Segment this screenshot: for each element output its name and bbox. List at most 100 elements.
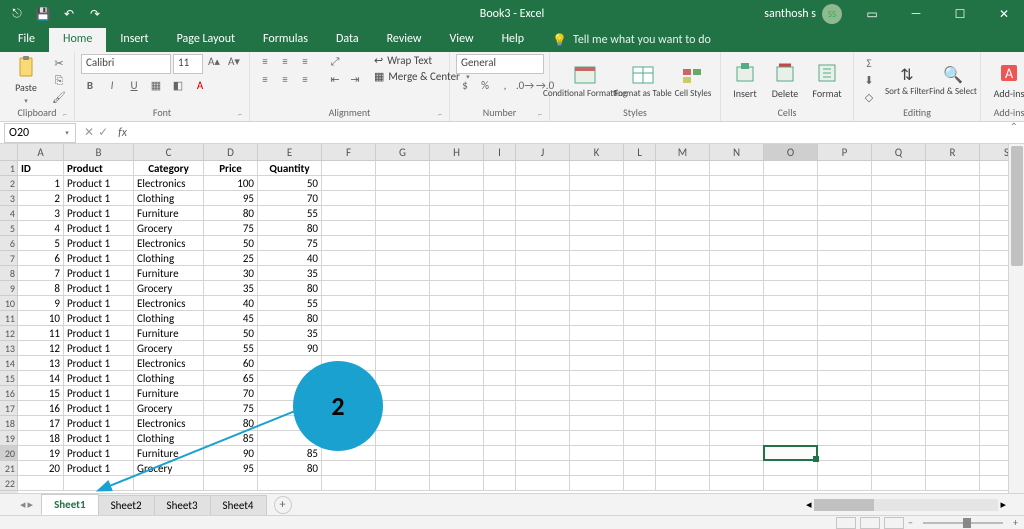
comma-format-icon[interactable]: , <box>496 78 514 93</box>
row-header[interactable]: 13 <box>0 341 18 356</box>
cell[interactable]: 12 <box>18 341 64 356</box>
cell[interactable] <box>484 371 516 386</box>
cell[interactable] <box>926 191 980 206</box>
decrease-indent-icon[interactable]: ⇤ <box>326 72 344 87</box>
collapse-ribbon-icon[interactable]: ⌃ <box>1010 120 1018 133</box>
cell[interactable] <box>710 236 764 251</box>
cell[interactable]: Product 1 <box>64 326 134 341</box>
cell[interactable] <box>872 401 926 416</box>
cell[interactable] <box>570 476 624 491</box>
cell[interactable] <box>656 476 710 491</box>
cell[interactable] <box>872 416 926 431</box>
cell[interactable]: Product 1 <box>64 356 134 371</box>
cell[interactable] <box>818 236 872 251</box>
cell[interactable]: 100 <box>204 176 258 191</box>
cell[interactable]: 16 <box>18 401 64 416</box>
cell[interactable] <box>570 281 624 296</box>
cell[interactable]: 70 <box>258 191 322 206</box>
cell[interactable] <box>64 476 134 491</box>
cell[interactable] <box>872 281 926 296</box>
cell[interactable] <box>872 251 926 266</box>
cell[interactable]: 25 <box>204 251 258 266</box>
sheet-tab-1[interactable]: Sheet1 <box>41 494 99 515</box>
conditional-formatting-button[interactable]: Conditional Formatting <box>556 54 614 106</box>
cell[interactable] <box>818 446 872 461</box>
cell[interactable] <box>926 356 980 371</box>
cell[interactable]: Product 1 <box>64 461 134 476</box>
cell[interactable]: 90 <box>258 341 322 356</box>
cell[interactable] <box>624 356 656 371</box>
cell[interactable] <box>926 161 980 176</box>
format-cells-button[interactable]: Format <box>807 54 847 106</box>
cell[interactable] <box>484 461 516 476</box>
cell[interactable] <box>818 401 872 416</box>
cell[interactable] <box>484 401 516 416</box>
cell[interactable] <box>656 266 710 281</box>
cell[interactable] <box>624 236 656 251</box>
cell[interactable] <box>624 251 656 266</box>
cell[interactable]: Price <box>204 161 258 176</box>
cell[interactable] <box>764 326 818 341</box>
cell[interactable] <box>484 476 516 491</box>
cell[interactable] <box>872 371 926 386</box>
increase-indent-icon[interactable]: ⇥ <box>346 72 364 87</box>
save-icon[interactable]: 💾 <box>32 3 54 25</box>
cell[interactable] <box>484 356 516 371</box>
cell[interactable] <box>516 461 570 476</box>
cell[interactable] <box>710 221 764 236</box>
tab-file[interactable]: File <box>4 28 49 52</box>
autosum-icon[interactable]: Σ <box>860 56 878 71</box>
tab-help[interactable]: Help <box>488 28 539 52</box>
dialog-launcher-icon[interactable]: ⌐ <box>238 110 248 120</box>
cell[interactable] <box>872 236 926 251</box>
cell[interactable] <box>872 446 926 461</box>
cell[interactable]: 80 <box>204 416 258 431</box>
cell[interactable]: 3 <box>18 206 64 221</box>
cell[interactable]: Clothing <box>134 251 204 266</box>
row-header[interactable]: 6 <box>0 236 18 251</box>
cell-styles-button[interactable]: Cell Styles <box>672 54 714 106</box>
autosave-icon[interactable]: ⎋ <box>6 3 28 25</box>
cell[interactable] <box>570 191 624 206</box>
cell[interactable] <box>764 341 818 356</box>
scroll-right-icon[interactable]: ▸ <box>1000 498 1006 511</box>
cell[interactable] <box>764 386 818 401</box>
dialog-launcher-icon[interactable]: ⌐ <box>63 110 73 120</box>
col-header[interactable]: B <box>64 144 134 161</box>
clear-icon[interactable]: ◇ <box>860 90 878 105</box>
cell[interactable] <box>484 431 516 446</box>
cell[interactable] <box>926 251 980 266</box>
ribbon-display-icon[interactable]: ▭ <box>852 0 892 28</box>
cell[interactable]: 20 <box>18 461 64 476</box>
col-header[interactable]: I <box>484 144 516 161</box>
cell[interactable]: 50 <box>204 326 258 341</box>
cell[interactable] <box>818 296 872 311</box>
cell[interactable] <box>926 371 980 386</box>
cell[interactable] <box>656 281 710 296</box>
align-middle-icon[interactable]: ≡ <box>276 54 294 69</box>
scroll-left-icon[interactable]: ◂ <box>806 498 812 511</box>
cell[interactable] <box>624 176 656 191</box>
cell[interactable] <box>818 176 872 191</box>
cell[interactable] <box>516 446 570 461</box>
cell[interactable] <box>764 236 818 251</box>
cell[interactable]: 80 <box>204 206 258 221</box>
row-header[interactable]: 14 <box>0 356 18 371</box>
cell[interactable] <box>818 356 872 371</box>
cell[interactable]: Product 1 <box>64 176 134 191</box>
col-header[interactable]: A <box>18 144 64 161</box>
cell[interactable] <box>818 386 872 401</box>
cell[interactable] <box>376 416 430 431</box>
cell[interactable] <box>204 476 258 491</box>
cell[interactable] <box>624 386 656 401</box>
cell[interactable] <box>516 266 570 281</box>
cell[interactable] <box>430 476 484 491</box>
cell[interactable]: 65 <box>204 371 258 386</box>
accounting-format-icon[interactable]: $ <box>456 78 474 93</box>
cell[interactable] <box>624 446 656 461</box>
cell[interactable] <box>376 251 430 266</box>
cell[interactable] <box>624 371 656 386</box>
cell[interactable]: 75 <box>258 236 322 251</box>
cell[interactable]: Grocery <box>134 461 204 476</box>
cell[interactable] <box>872 356 926 371</box>
